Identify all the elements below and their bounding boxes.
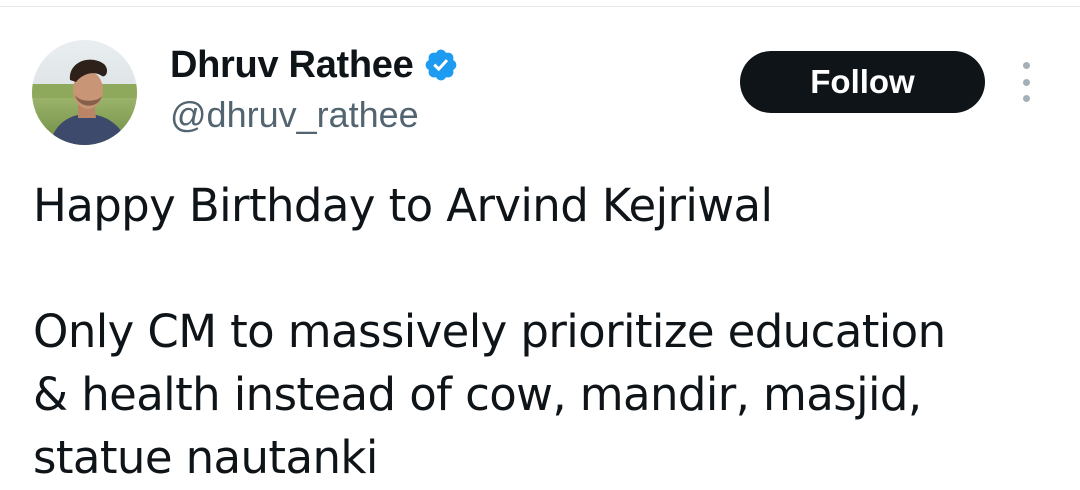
tweet-paragraph-2-line-2: & health instead of cow, mandir, masjid, bbox=[33, 368, 922, 421]
avatar-image bbox=[32, 40, 137, 145]
more-dot bbox=[1022, 78, 1030, 86]
tweet-paragraph-1: Happy Birthday to Arvind Kejriwal bbox=[33, 179, 773, 232]
more-dot bbox=[1022, 95, 1030, 102]
tweet-text: Happy Birthday to Arvind Kejriwal Only C… bbox=[33, 174, 1053, 489]
author-display-name[interactable]: Dhruv Rathee bbox=[170, 44, 414, 87]
tweet-paragraph-gap bbox=[33, 237, 1053, 300]
top-divider bbox=[0, 6, 1080, 7]
author-handle[interactable]: @dhruv_rathee bbox=[170, 94, 419, 136]
tweet-paragraph-2-line-3: statue nautanki bbox=[33, 431, 378, 484]
tweet-paragraph-2-line-1: Only CM to massively prioritize educatio… bbox=[33, 305, 946, 358]
verified-badge-icon bbox=[423, 47, 459, 83]
author-name-row: Dhruv Rathee bbox=[170, 42, 459, 88]
more-vertical-icon[interactable] bbox=[1012, 62, 1040, 102]
avatar[interactable] bbox=[32, 40, 137, 145]
follow-button[interactable]: Follow bbox=[740, 51, 985, 113]
more-dot bbox=[1022, 62, 1030, 69]
